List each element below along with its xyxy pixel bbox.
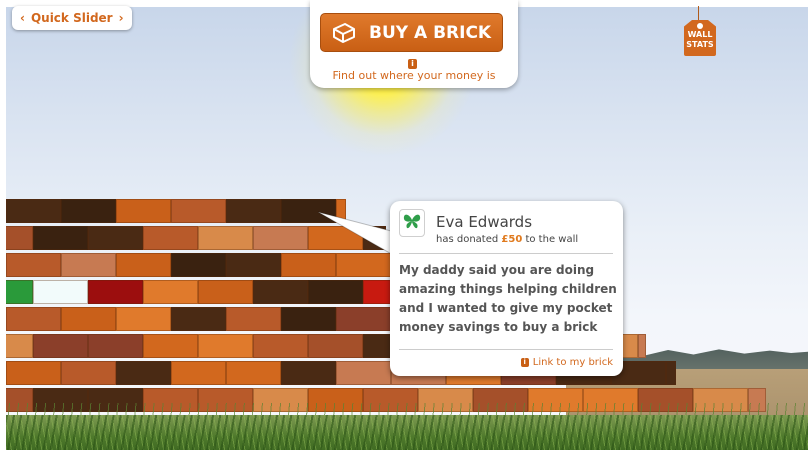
divider (399, 253, 613, 254)
brick[interactable] (116, 307, 171, 331)
wall-stats-string (698, 6, 699, 22)
brick[interactable] (143, 280, 198, 304)
brick[interactable] (336, 253, 391, 277)
brick[interactable] (61, 253, 116, 277)
brick[interactable] (171, 361, 226, 385)
brick[interactable] (6, 253, 61, 277)
brick[interactable] (638, 334, 646, 358)
buy-a-brick-label: BUY A BRICK (369, 22, 492, 43)
brick[interactable] (281, 361, 336, 385)
donor-name: Eva Edwards (436, 213, 533, 231)
brick[interactable] (281, 199, 336, 223)
donated-suffix: to the wall (525, 234, 579, 245)
quick-slider-button[interactable]: ‹ Quick Slider › (12, 6, 132, 30)
brick[interactable] (6, 361, 61, 385)
wall-stats-line1: WALL (687, 30, 713, 39)
buy-panel: BUY A BRICK i Find out where your money … (310, 0, 518, 88)
chevron-left-icon: ‹ (20, 11, 25, 25)
brick[interactable] (198, 334, 253, 358)
brick[interactable] (336, 361, 391, 385)
link-to-my-brick-label: Link to my brick (532, 357, 613, 368)
brick[interactable] (281, 307, 336, 331)
tag-hole (697, 23, 703, 29)
brick[interactable] (143, 334, 198, 358)
quick-slider-label: Quick Slider (30, 11, 113, 25)
grass (6, 415, 808, 450)
chevron-right-icon: › (118, 11, 124, 25)
brick[interactable] (116, 361, 171, 385)
brick[interactable] (226, 307, 281, 331)
brick[interactable] (6, 280, 33, 304)
donation-popup: Eva Edwards has donated £50 to the wall … (390, 201, 623, 376)
divider (399, 349, 613, 350)
donation-amount: £50 (501, 234, 523, 245)
brick[interactable] (171, 199, 226, 223)
brick[interactable] (61, 307, 116, 331)
brick[interactable] (666, 361, 676, 385)
brick[interactable] (88, 226, 143, 250)
brick[interactable] (6, 334, 33, 358)
wall-stats-line2: STATS (686, 40, 714, 49)
brick[interactable] (253, 226, 308, 250)
brick[interactable] (253, 334, 308, 358)
brick[interactable] (61, 199, 116, 223)
brick[interactable] (61, 361, 116, 385)
brick[interactable] (33, 280, 88, 304)
lock-icon: i (520, 358, 529, 367)
buy-a-brick-button[interactable]: BUY A BRICK (320, 13, 503, 52)
donor-avatar (399, 209, 425, 237)
brick[interactable] (198, 226, 253, 250)
brick[interactable] (116, 253, 171, 277)
brick[interactable] (88, 334, 143, 358)
donated-prefix: has donated (436, 234, 499, 245)
brick[interactable] (226, 253, 281, 277)
donated-line: has donated £50 to the wall (436, 234, 578, 245)
brick[interactable] (6, 199, 61, 223)
brick[interactable] (281, 253, 336, 277)
brick[interactable] (336, 199, 346, 223)
brick[interactable] (308, 226, 363, 250)
brick[interactable] (308, 280, 363, 304)
brick[interactable] (363, 226, 386, 250)
brick[interactable] (33, 334, 88, 358)
brick[interactable] (336, 307, 391, 331)
brick[interactable] (143, 226, 198, 250)
brick[interactable] (226, 199, 281, 223)
brick[interactable] (6, 226, 33, 250)
brick[interactable] (88, 280, 143, 304)
brick[interactable] (33, 226, 88, 250)
wall-stats-tag[interactable]: WALL STATS (684, 20, 716, 56)
brick[interactable] (198, 280, 253, 304)
brick[interactable] (308, 334, 363, 358)
brick[interactable] (171, 307, 226, 331)
link-to-my-brick[interactable]: i Link to my brick (520, 357, 613, 368)
brick[interactable] (6, 307, 61, 331)
brick[interactable] (116, 199, 171, 223)
find-out-link[interactable]: Find out where your money is (310, 69, 518, 82)
brick[interactable] (226, 361, 281, 385)
brick-icon (331, 22, 357, 44)
info-icon[interactable]: i (408, 59, 417, 69)
brick[interactable] (253, 280, 308, 304)
donation-message: My daddy said you are doing amazing thin… (399, 263, 617, 334)
butterfly-icon (402, 212, 422, 234)
brick[interactable] (171, 253, 226, 277)
